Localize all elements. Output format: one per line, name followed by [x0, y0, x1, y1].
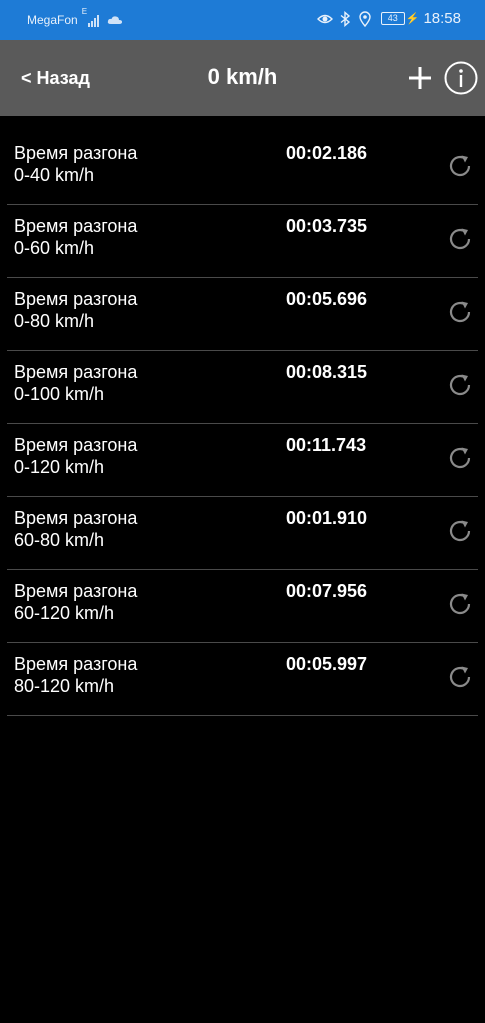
- refresh-icon[interactable]: [446, 444, 474, 472]
- row-time: 00:05.696: [286, 289, 368, 309]
- row-title: Время разгона: [14, 581, 138, 601]
- refresh-icon[interactable]: [446, 663, 474, 691]
- row-range: 60-120 km/h: [14, 603, 115, 623]
- location-icon: [359, 10, 371, 27]
- list-item: Время разгона 60-80 km/h 00:01.910: [7, 497, 478, 570]
- refresh-icon[interactable]: [446, 225, 474, 253]
- refresh-icon[interactable]: [446, 590, 474, 618]
- row-label: Время разгона 0-60 km/h: [14, 215, 137, 259]
- row-time: 00:03.735: [286, 216, 368, 236]
- refresh-icon[interactable]: [446, 371, 474, 399]
- header-bar: < Назад 0 km/h: [0, 40, 485, 116]
- row-range: 0-100 km/h: [14, 384, 105, 404]
- row-time: 00:07.956: [286, 581, 368, 601]
- row-time: 00:05.997: [286, 654, 368, 674]
- carrier-name: MegaFon: [27, 13, 78, 27]
- status-left: MegaFon E: [27, 7, 123, 27]
- network-type: E: [81, 7, 88, 16]
- cloud-icon: [107, 16, 122, 24]
- row-title: Время разгона: [14, 435, 138, 455]
- list-item: Время разгона 0-40 km/h 00:02.186: [7, 132, 478, 205]
- bluetooth-icon: [340, 10, 350, 27]
- row-range: 0-120 km/h: [14, 457, 105, 477]
- row-label: Время разгона 80-120 km/h: [14, 653, 137, 697]
- row-title: Время разгона: [14, 289, 138, 309]
- status-time: 18:58: [423, 10, 461, 27]
- row-label: Время разгона 0-80 km/h: [14, 288, 137, 332]
- plus-icon[interactable]: [404, 62, 436, 94]
- refresh-icon[interactable]: [446, 152, 474, 180]
- info-icon[interactable]: [444, 61, 478, 95]
- row-title: Время разгона: [14, 362, 138, 382]
- charging-icon: ⚡: [405, 13, 420, 25]
- row-label: Время разгона 0-120 km/h: [14, 434, 137, 478]
- list-item: Время разгона 60-120 km/h 00:07.956: [7, 570, 478, 643]
- list-item: Время разгона 0-80 km/h 00:05.696: [7, 278, 478, 351]
- refresh-icon[interactable]: [446, 298, 474, 326]
- list-item: Время разгона 0-100 km/h 00:08.315: [7, 351, 478, 424]
- status-bar: MegaFon E 43 ⚡ 18:58: [0, 0, 485, 40]
- list-item: Время разгона 0-60 km/h 00:03.735: [7, 205, 478, 278]
- row-title: Время разгона: [14, 654, 138, 674]
- row-label: Время разгона 60-80 km/h: [14, 507, 137, 551]
- row-range: 80-120 km/h: [14, 676, 115, 696]
- acceleration-list: Время разгона 0-40 km/h 00:02.186 Время …: [0, 132, 485, 716]
- row-time: 00:02.186: [286, 143, 368, 163]
- row-time: 00:11.743: [286, 435, 367, 455]
- row-time: 00:01.910: [286, 508, 368, 528]
- row-title: Время разгона: [14, 508, 138, 528]
- row-range: 0-80 km/h: [14, 311, 95, 331]
- row-time: 00:08.315: [286, 362, 368, 382]
- row-label: Время разгона 60-120 km/h: [14, 580, 137, 624]
- row-range: 60-80 km/h: [14, 530, 105, 550]
- row-range: 0-60 km/h: [14, 238, 95, 258]
- status-right: 43 ⚡ 18:58: [316, 10, 461, 27]
- list-item: Время разгона 80-120 km/h 00:05.997: [7, 643, 478, 716]
- row-title: Время разгона: [14, 216, 138, 236]
- signal-icon: E: [82, 7, 99, 27]
- row-title: Время разгона: [14, 143, 138, 163]
- list-item: Время разгона 0-120 km/h 00:11.743: [7, 424, 478, 497]
- eye-icon: [316, 14, 333, 23]
- refresh-icon[interactable]: [446, 517, 474, 545]
- battery-icon: 43: [380, 12, 405, 25]
- row-label: Время разгона 0-100 km/h: [14, 361, 137, 405]
- row-label: Время разгона 0-40 km/h: [14, 142, 137, 186]
- row-range: 0-40 km/h: [14, 165, 95, 185]
